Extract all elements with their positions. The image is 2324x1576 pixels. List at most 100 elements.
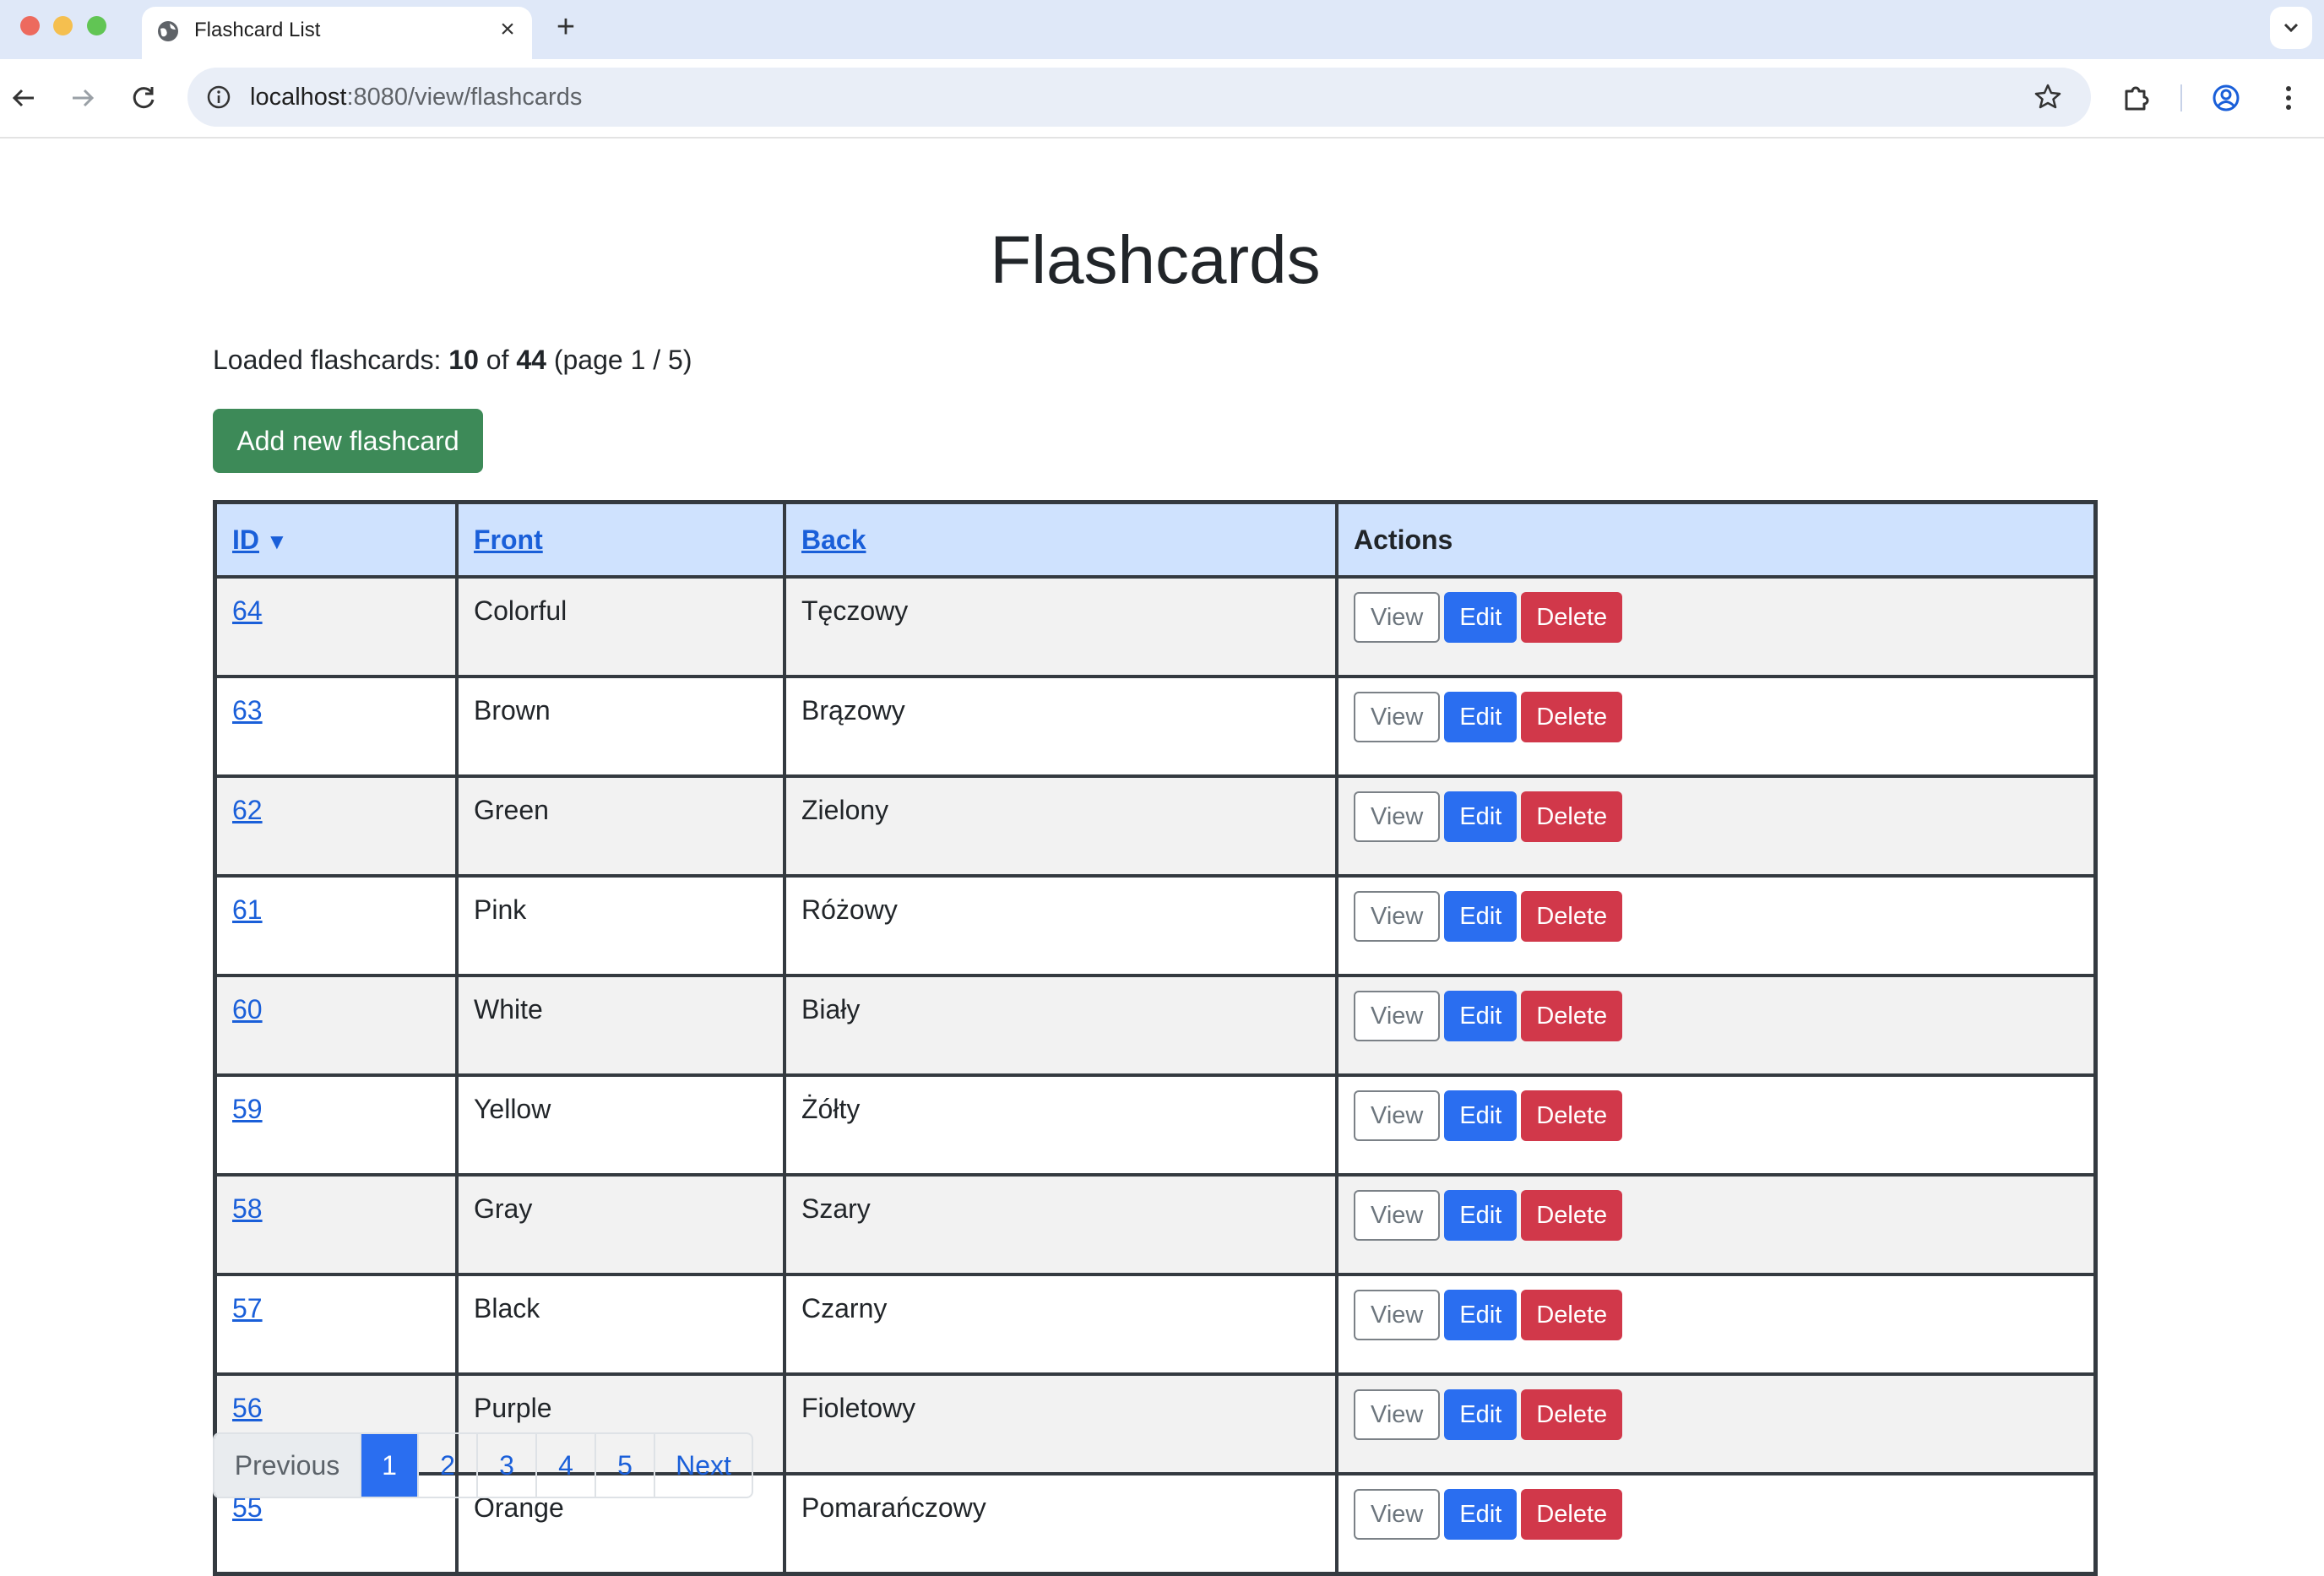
delete-button[interactable]: Delete (1521, 1489, 1623, 1540)
previous-page-button[interactable]: Previous (214, 1434, 361, 1497)
close-window-button[interactable] (20, 16, 40, 35)
view-button[interactable]: View (1354, 1389, 1441, 1440)
url-path: :8080/view/flashcards (346, 84, 583, 111)
next-page-button[interactable]: Next (655, 1434, 752, 1497)
cell-id: 59 (213, 1073, 459, 1177)
cell-front: Pink (455, 874, 786, 977)
site-info-icon[interactable] (203, 81, 235, 113)
view-button[interactable]: View (1354, 692, 1441, 742)
forward-arrow-icon[interactable] (64, 79, 101, 117)
page-5-button[interactable]: 5 (596, 1434, 655, 1497)
edit-button[interactable]: Edit (1444, 1290, 1518, 1340)
add-flashcard-button[interactable]: Add new flashcard (213, 409, 483, 473)
summary-of: of (486, 345, 509, 375)
edit-button[interactable]: Edit (1444, 1489, 1518, 1540)
delete-button[interactable]: Delete (1521, 1290, 1623, 1340)
table-row: 58 Gray Szary View Edit Delete (213, 1173, 2098, 1276)
cell-back: Czarny (783, 1273, 1338, 1376)
sort-by-id-link[interactable]: ID (232, 524, 259, 555)
edit-button[interactable]: Edit (1444, 891, 1518, 942)
flashcard-id-link[interactable]: 62 (232, 795, 263, 825)
flashcard-id-link[interactable]: 63 (232, 695, 263, 726)
delete-button[interactable]: Delete (1521, 991, 1623, 1041)
flashcard-id-link[interactable]: 60 (232, 994, 263, 1024)
page-title: Flashcards (990, 222, 1321, 297)
view-button[interactable]: View (1354, 1090, 1441, 1141)
table-row: 64 Colorful Tęczowy View Edit Delete (213, 575, 2098, 678)
edit-button[interactable]: Edit (1444, 1090, 1518, 1141)
flashcard-id-link[interactable]: 59 (232, 1094, 263, 1124)
delete-button[interactable]: Delete (1521, 1389, 1623, 1440)
page-3-button[interactable]: 3 (478, 1434, 537, 1497)
bookmark-star-icon[interactable] (2030, 79, 2066, 115)
browser-tab-active[interactable]: Flashcard List × (142, 7, 532, 59)
cell-actions: View Edit Delete (1335, 1073, 2098, 1177)
sort-by-back-link[interactable]: Back (801, 524, 866, 555)
flashcard-id-link[interactable]: 57 (232, 1293, 263, 1323)
page-2-button[interactable]: 2 (419, 1434, 478, 1497)
view-button[interactable]: View (1354, 991, 1441, 1041)
view-button[interactable]: View (1354, 592, 1441, 643)
delete-button[interactable]: Delete (1521, 592, 1623, 643)
tab-search-button[interactable] (2270, 7, 2312, 49)
edit-button[interactable]: Edit (1444, 791, 1518, 842)
view-button[interactable]: View (1354, 791, 1441, 842)
more-menu-icon[interactable] (2270, 79, 2307, 117)
table-row: 63 Brown Brązowy View Edit Delete (213, 675, 2098, 778)
cell-back: Szary (783, 1173, 1338, 1276)
flashcard-id-link[interactable]: 61 (232, 894, 263, 925)
cell-back: Żółty (783, 1073, 1338, 1177)
delete-button[interactable]: Delete (1521, 692, 1623, 742)
view-button[interactable]: View (1354, 891, 1441, 942)
cell-id: 62 (213, 774, 459, 878)
page-4-button[interactable]: 4 (537, 1434, 596, 1497)
view-button[interactable]: View (1354, 1489, 1441, 1540)
edit-button[interactable]: Edit (1444, 991, 1518, 1041)
reload-icon[interactable] (125, 79, 162, 117)
view-button[interactable]: View (1354, 1190, 1441, 1241)
cell-actions: View Edit Delete (1335, 575, 2098, 678)
cell-id: 63 (213, 675, 459, 778)
extensions-puzzle-icon[interactable] (2118, 79, 2155, 117)
sort-by-front-link[interactable]: Front (474, 524, 543, 555)
new-tab-icon[interactable]: + (549, 10, 583, 44)
cell-front: Black (455, 1273, 786, 1376)
cell-back: Biały (783, 974, 1338, 1077)
pagination: Previous 1 2 3 4 5 Next (213, 1432, 753, 1498)
flashcard-id-link[interactable]: 64 (232, 595, 263, 626)
edit-button[interactable]: Edit (1444, 1190, 1518, 1241)
page-1-button[interactable]: 1 (361, 1434, 419, 1497)
header-front: Front (455, 500, 786, 579)
browser-tabstrip: Flashcard List × + (0, 0, 2324, 59)
cell-id: 61 (213, 874, 459, 977)
view-button[interactable]: View (1354, 1290, 1441, 1340)
chevron-down-icon (2283, 23, 2299, 33)
address-bar[interactable]: localhost:8080/view/flashcards (187, 68, 2091, 127)
back-arrow-icon[interactable] (5, 79, 42, 117)
cell-back: Tęczowy (783, 575, 1338, 678)
cell-back: Brązowy (783, 675, 1338, 778)
minimize-window-button[interactable] (53, 16, 73, 35)
cell-actions: View Edit Delete (1335, 1372, 2098, 1475)
edit-button[interactable]: Edit (1444, 1389, 1518, 1440)
close-tab-icon[interactable]: × (493, 15, 522, 44)
cell-actions: View Edit Delete (1335, 675, 2098, 778)
maximize-window-button[interactable] (87, 16, 106, 35)
delete-button[interactable]: Delete (1521, 891, 1623, 942)
edit-button[interactable]: Edit (1444, 592, 1518, 643)
flashcard-id-link[interactable]: 58 (232, 1193, 263, 1224)
cell-back: Zielony (783, 774, 1338, 878)
cell-actions: View Edit Delete (1335, 1173, 2098, 1276)
flashcard-id-link[interactable]: 56 (232, 1393, 263, 1423)
sort-desc-icon[interactable]: ▼ (266, 529, 288, 554)
profile-avatar-icon[interactable] (2207, 79, 2245, 117)
delete-button[interactable]: Delete (1521, 1190, 1623, 1241)
loaded-summary: Loaded flashcards: 10 of 44 (page 1 / 5) (213, 345, 692, 376)
cell-front: Brown (455, 675, 786, 778)
cell-back: Fioletowy (783, 1372, 1338, 1475)
cell-back: Pomarańczowy (783, 1472, 1338, 1576)
delete-button[interactable]: Delete (1521, 791, 1623, 842)
delete-button[interactable]: Delete (1521, 1090, 1623, 1141)
edit-button[interactable]: Edit (1444, 692, 1518, 742)
cell-actions: View Edit Delete (1335, 974, 2098, 1077)
